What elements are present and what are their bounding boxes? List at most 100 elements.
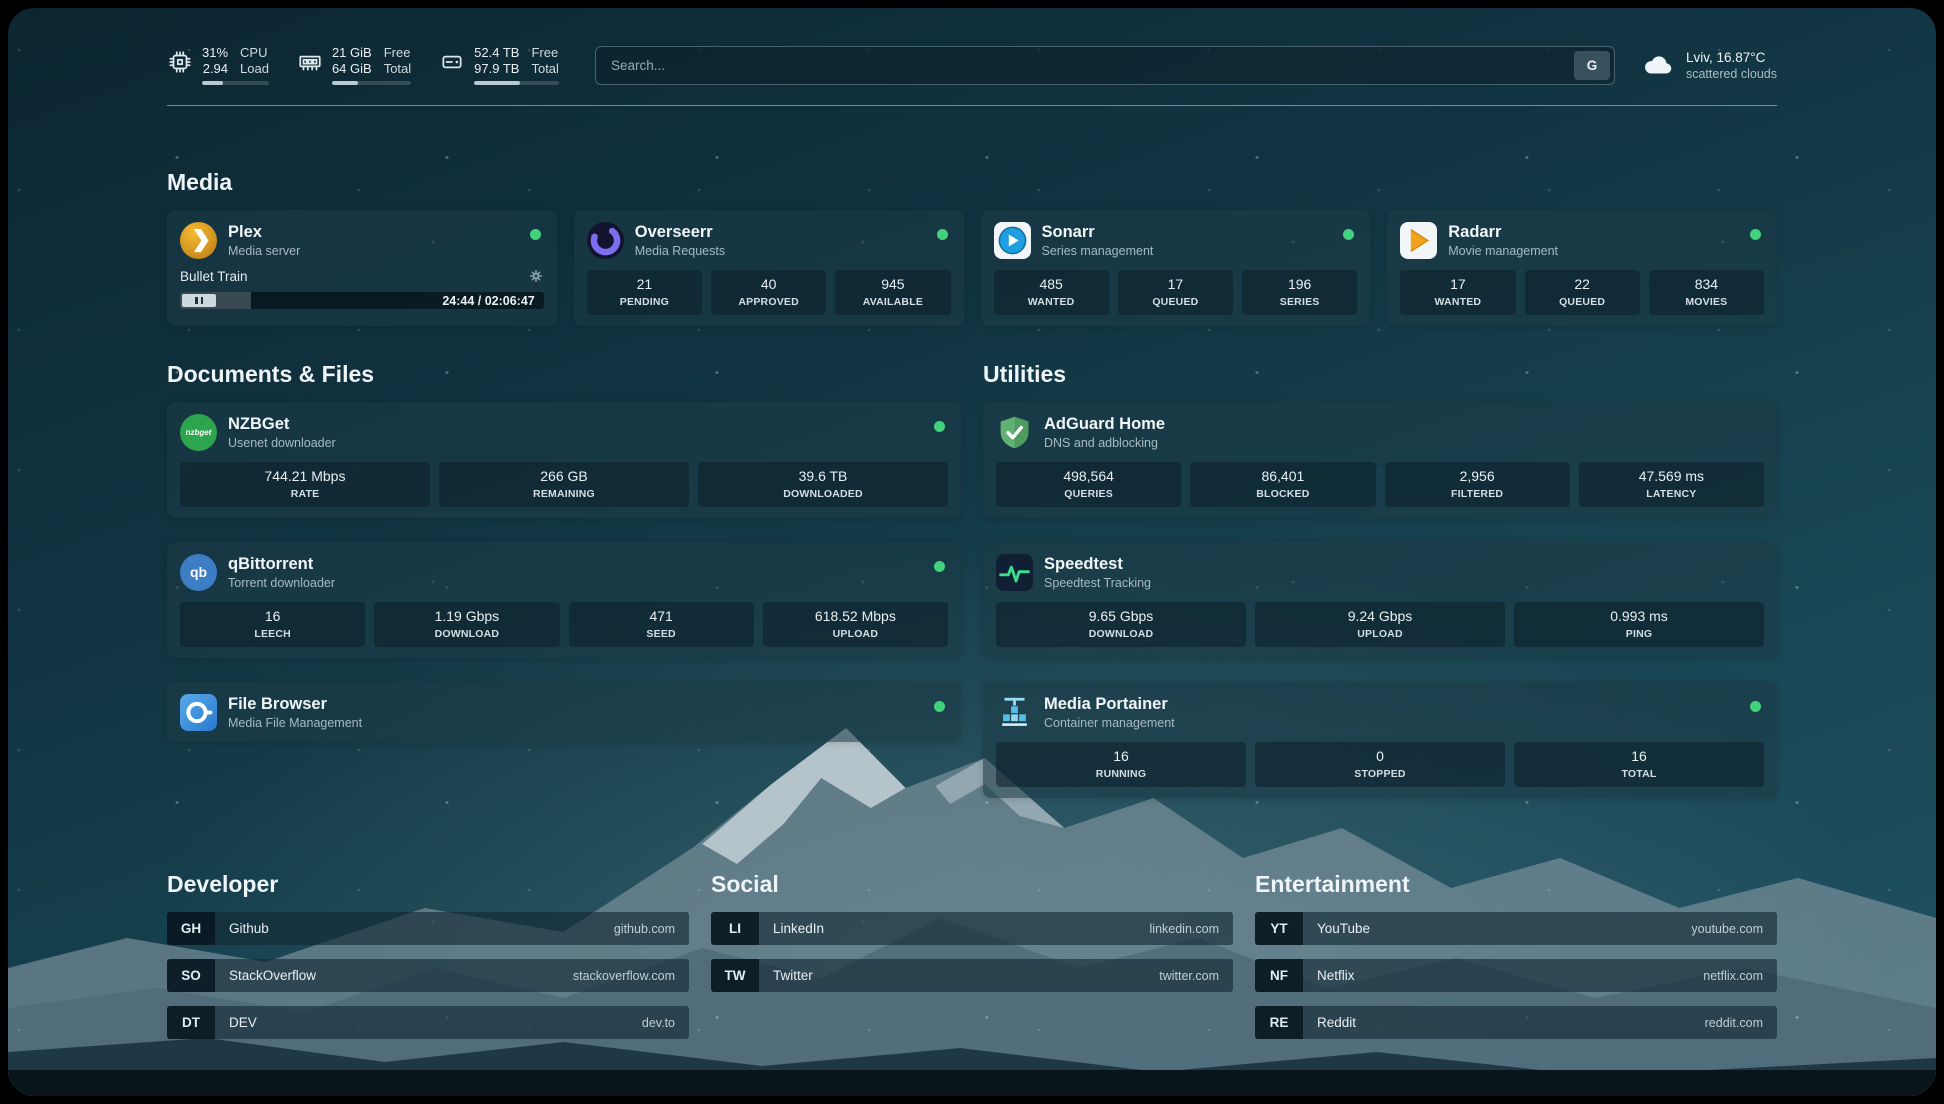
cpu-progress-bar [202,81,269,85]
app-subtitle: Media File Management [228,715,362,731]
status-dot-nzbget [934,421,945,432]
app-name: AdGuard Home [1044,414,1165,434]
bookmark-twitter[interactable]: TW Twitter twitter.com [711,959,1233,992]
status-dot-plex [530,229,541,240]
memory-free-value: 21 GiB [332,45,372,61]
app-subtitle: Usenet downloader [228,435,336,451]
memory-icon [297,49,323,75]
stat-downloaded: 39.6 TB DOWNLOADED [698,462,948,507]
app-subtitle: Movie management [1448,243,1558,259]
bookmark-group-title: Developer [167,870,689,898]
status-dot-overseerr [937,229,948,240]
app-name: Plex [228,222,300,242]
memory-progress-bar [332,81,411,85]
app-name: NZBGet [228,414,336,434]
bookmark-abbr: SO [167,959,215,992]
bookmark-stackoverflow[interactable]: SO StackOverflow stackoverflow.com [167,959,689,992]
app-subtitle: Torrent downloader [228,575,335,591]
section-title-utilities: Utilities [983,360,1777,388]
status-dot-filebrowser [934,701,945,712]
overseerr-stats: 21 PENDING 40 APPROVED 945 AVAILABLE [587,270,951,315]
nzbget-icon: nzbget [180,414,217,451]
card-header-nzbget[interactable]: nzbget NZBGet Usenet downloader [180,413,948,451]
card-overseerr: Overseerr Media Requests 21 PENDING 40 A… [574,210,964,326]
stat-approved: 40 APPROVED [711,270,826,315]
dashboard-window: 31% CPU 2.94 Load [8,8,1936,1096]
app-subtitle: Speedtest Tracking [1044,575,1151,591]
search-bar: G [595,46,1615,85]
card-portainer: Media Portainer Container management 16 … [983,682,1777,798]
app-name: Media Portainer [1044,694,1175,714]
bookmark-domain: github.com [614,922,675,936]
card-header-plex[interactable]: Plex Media server [180,221,544,259]
card-header-adguard[interactable]: AdGuard Home DNS and adblocking [996,413,1764,451]
bookmark-reddit[interactable]: RE Reddit reddit.com [1255,1006,1777,1039]
stat-upload: 618.52 Mbps UPLOAD [763,602,948,647]
stat-ping: 0.993 ms PING [1514,602,1764,647]
bookmark-name: Reddit [1317,1015,1356,1030]
radarr-stats: 17 WANTED 22 QUEUED 834 MOVIES [1400,270,1764,315]
card-header-radarr[interactable]: Radarr Movie management [1400,221,1764,259]
bookmark-abbr: YT [1255,912,1303,945]
bookmark-linkedin[interactable]: LI LinkedIn linkedin.com [711,912,1233,945]
section-title-documents: Documents & Files [167,360,961,388]
search-provider-button[interactable]: G [1574,51,1610,80]
app-name: Speedtest [1044,554,1151,574]
gear-icon[interactable] [528,268,544,284]
bookmark-domain: netflix.com [1703,969,1763,983]
bookmark-domain: reddit.com [1705,1016,1763,1030]
bookmark-netflix[interactable]: NF Netflix netflix.com [1255,959,1777,992]
section-title-media: Media [167,168,1777,196]
stat-running: 16 RUNNING [996,742,1246,787]
memory-widget: 21 GiB Free 64 GiB Total [297,45,411,85]
cpu-load-value: 2.94 [202,61,228,77]
bookmark-name: DEV [229,1015,257,1030]
weather-widget: Lviv, 16.87°C scattered clouds [1641,49,1777,82]
stat-wanted: 17 WANTED [1400,270,1515,315]
memory-label-bottom: Total [384,61,411,77]
sonarr-icon [994,222,1031,259]
stat-rate: 744.21 Mbps RATE [180,462,430,507]
bookmark-domain: stackoverflow.com [573,969,675,983]
bookmark-youtube[interactable]: YT YouTube youtube.com [1255,912,1777,945]
card-sonarr: Sonarr Series management 485 WANTED 17 Q… [981,210,1371,326]
cloud-icon [1641,52,1675,78]
playback-time: 24:44 / 02:06:47 [442,294,543,308]
app-name: Overseerr [635,222,725,242]
stat-queued: 22 QUEUED [1525,270,1640,315]
sonarr-stats: 485 WANTED 17 QUEUED 196 SERIES [994,270,1358,315]
bookmark-dev[interactable]: DT DEV dev.to [167,1006,689,1039]
nzbget-stats: 744.21 Mbps RATE 266 GB REMAINING 39.6 T… [180,462,948,507]
bookmark-name: Netflix [1317,968,1355,983]
card-header-filebrowser[interactable]: File Browser Media File Management [180,693,948,731]
cpu-label-bottom: Load [240,61,269,77]
qbittorrent-stats: 16 LEECH 1.19 Gbps DOWNLOAD 471 SEED [180,602,948,647]
filebrowser-icon [180,694,217,731]
cpu-percent: 31% [202,45,228,61]
card-header-portainer[interactable]: Media Portainer Container management [996,693,1764,731]
search-input[interactable] [596,58,1574,73]
app-subtitle: Series management [1042,243,1154,259]
card-adguard: AdGuard Home DNS and adblocking 498,564 … [983,402,1777,518]
status-dot-qbittorrent [934,561,945,572]
bookmark-abbr: TW [711,959,759,992]
bookmark-domain: dev.to [642,1016,675,1030]
bookmark-github[interactable]: GH Github github.com [167,912,689,945]
bookmark-name: YouTube [1317,921,1370,936]
weather-location: Lviv, 16.87°C [1686,49,1777,66]
pause-button[interactable] [182,294,216,307]
speedtest-icon [996,554,1033,591]
bookmark-group-title: Social [711,870,1233,898]
card-header-speedtest[interactable]: Speedtest Speedtest Tracking [996,553,1764,591]
bookmark-name: Twitter [773,968,813,983]
card-header-qbittorrent[interactable]: qb qBittorrent Torrent downloader [180,553,948,591]
cpu-widget: 31% CPU 2.94 Load [167,45,269,85]
app-subtitle: DNS and adblocking [1044,435,1165,451]
stat-pending: 21 PENDING [587,270,702,315]
qbittorrent-icon: qb [180,554,217,591]
overseerr-icon [587,222,624,259]
card-header-overseerr[interactable]: Overseerr Media Requests [587,221,951,259]
stat-remaining: 266 GB REMAINING [439,462,689,507]
card-header-sonarr[interactable]: Sonarr Series management [994,221,1358,259]
bookmarks-section: Developer GH Github github.com SO StackO… [167,870,1777,1083]
